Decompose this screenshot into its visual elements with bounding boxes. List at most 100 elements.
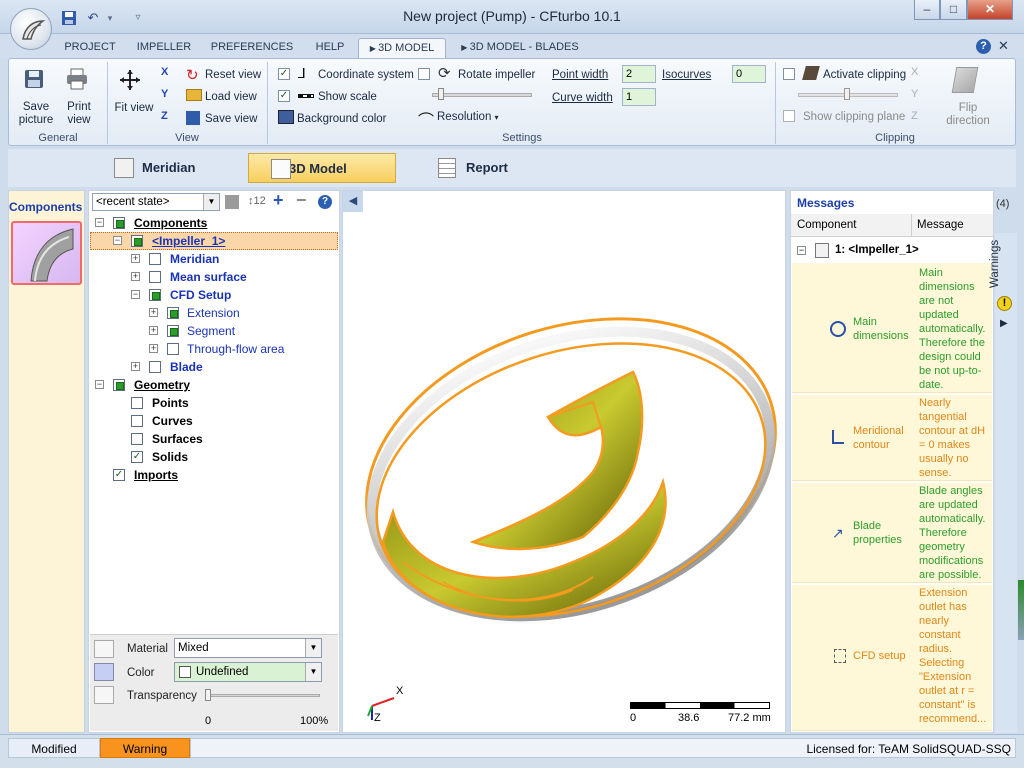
message-item[interactable]: Meridional contour Nearly tangential con… (792, 395, 992, 481)
collapse-icon[interactable]: − (95, 380, 104, 389)
transparency-slider[interactable] (206, 694, 320, 697)
tree-checkbox[interactable] (167, 307, 179, 319)
message-text: Main dimensions are not updated automati… (919, 267, 986, 391)
tree-checkbox[interactable]: ✓ (131, 451, 143, 463)
expand-icon[interactable]: + (149, 326, 158, 335)
ribbon-close-icon[interactable]: ✕ (998, 38, 1009, 54)
fit-view-button[interactable]: Fit view (112, 102, 156, 115)
col-message-header[interactable]: Message (917, 219, 964, 231)
expand-icon[interactable]: + (149, 344, 158, 353)
tree-checkbox[interactable] (149, 253, 161, 265)
counter-icon[interactable]: ↕12 (248, 195, 266, 207)
add-icon[interactable]: + (273, 190, 284, 211)
view-3d-model-button[interactable]: 3D Model (248, 153, 396, 183)
print-view-button[interactable]: Print view (62, 101, 96, 127)
show-clipping-plane-checkbox[interactable] (783, 110, 795, 122)
help-icon[interactable]: ? (318, 195, 332, 209)
tree-checkbox[interactable] (113, 217, 125, 229)
collapse-panel-icon[interactable]: ◀ (343, 191, 363, 212)
tree-checkbox[interactable]: ✓ (113, 469, 125, 481)
maximize-button[interactable]: □ (940, 0, 967, 20)
view-meridian-button[interactable]: Meridian (110, 153, 240, 183)
collapse-icon[interactable]: − (113, 236, 122, 245)
tree-checkbox[interactable] (149, 289, 161, 301)
collapse-icon[interactable]: − (797, 246, 806, 255)
clip-z-icon[interactable]: Z (911, 110, 918, 122)
status-warning[interactable]: Warning (100, 738, 190, 758)
save-picture-icon (22, 68, 46, 92)
tree-item-label: Imports (134, 468, 179, 482)
flip-direction-button[interactable]: Flip direction (942, 102, 994, 128)
cfd-setup-icon (834, 649, 846, 663)
remove-icon[interactable]: − (296, 190, 307, 211)
tree-checkbox[interactable] (167, 325, 179, 337)
collapse-icon[interactable]: − (131, 290, 140, 299)
tab-preferences[interactable]: PREFERENCES (208, 38, 296, 58)
material-dropdown[interactable]: Mixed ▼ (174, 638, 322, 658)
help-icon[interactable]: ? (976, 39, 991, 54)
save-picture-button[interactable]: Save picture (14, 101, 58, 127)
message-item[interactable]: CFD setup Extension outlet has nearly co… (792, 585, 992, 731)
tree-item-label: CFD Setup (170, 288, 232, 302)
close-button[interactable]: ✕ (967, 0, 1013, 20)
background-color-icon[interactable] (278, 110, 294, 124)
expand-icon[interactable]: + (131, 362, 140, 371)
curve-width-spinner[interactable]: 1 (622, 88, 656, 106)
tree-item-label: Through-flow area (187, 342, 285, 356)
impeller-component-thumbnail[interactable] (11, 221, 82, 285)
warnings-tab-label[interactable]: Warnings (989, 240, 1001, 288)
activate-clipping-checkbox[interactable] (783, 68, 795, 80)
expand-icon[interactable]: + (131, 272, 140, 281)
coordinate-system-checkbox[interactable]: ✓ (278, 68, 290, 80)
tab-impeller[interactable]: IMPELLER (134, 38, 194, 58)
transparency-slider-thumb[interactable] (205, 689, 211, 701)
play-icon: ▶ (461, 43, 470, 52)
messages-root[interactable]: 1: <Impeller_1> (835, 244, 919, 256)
rotate-impeller-checkbox[interactable] (418, 68, 430, 80)
point-width-spinner[interactable]: 2 (622, 65, 656, 83)
tab-project[interactable]: PROJECT (60, 38, 120, 58)
app-logo-icon[interactable] (10, 8, 52, 50)
message-item[interactable]: Main dimensions Main dimensions are not … (792, 263, 992, 393)
expand-icon[interactable]: + (149, 308, 158, 317)
tree-checkbox[interactable] (149, 271, 161, 283)
show-scale-checkbox[interactable]: ✓ (278, 90, 290, 102)
background-color-button[interactable]: Background color (297, 112, 387, 126)
tree-checkbox[interactable] (131, 415, 143, 427)
tree-checkbox[interactable] (113, 379, 125, 391)
axis-y-icon[interactable]: Y (161, 88, 168, 100)
axis-z-icon[interactable]: Z (161, 110, 168, 122)
resolution-label: Resolution (437, 111, 492, 123)
axis-x-icon[interactable]: X (161, 66, 168, 78)
tab-help[interactable]: HELP (308, 38, 352, 58)
clip-x-icon[interactable]: X (911, 66, 918, 78)
load-view-button[interactable]: Load view (205, 90, 257, 104)
recent-state-dropdown[interactable]: <recent state> ▼ (92, 193, 220, 211)
expand-icon[interactable]: + (131, 254, 140, 263)
minimize-button[interactable]: – (914, 0, 940, 20)
view-report-button[interactable]: Report (436, 153, 556, 183)
reset-view-button[interactable]: Reset view (205, 68, 261, 82)
isocurves-spinner[interactable]: 0 (732, 65, 766, 83)
tree-checkbox[interactable] (131, 235, 143, 247)
clipping-position-slider-thumb[interactable] (844, 88, 850, 100)
tree-checkbox[interactable] (167, 343, 179, 355)
expand-panel-icon[interactable]: ▶ (1000, 318, 1008, 329)
clip-y-icon[interactable]: Y (911, 88, 918, 100)
tab-3d-model-blades[interactable]: ▶ 3D MODEL - BLADES (456, 38, 584, 58)
stop-icon[interactable] (225, 195, 239, 209)
col-component-header[interactable]: Component (797, 219, 856, 231)
collapse-icon[interactable]: − (95, 218, 104, 227)
message-item[interactable]: ↗ Blade properties Blade angles are upda… (792, 483, 992, 583)
resolution-dropdown[interactable]: Resolution ▾ (437, 110, 499, 125)
impeller-3d-model[interactable] (343, 212, 785, 732)
color-dropdown[interactable]: Undefined ▼ (174, 662, 322, 682)
tree-checkbox[interactable] (131, 397, 143, 409)
save-view-button[interactable]: Save view (205, 112, 257, 126)
rotation-speed-slider[interactable] (432, 93, 532, 97)
transparency-max: 100% (300, 715, 329, 727)
rotation-speed-slider-thumb[interactable] (438, 88, 444, 100)
tab-3d-model[interactable]: ▶ 3D MODEL (358, 38, 446, 58)
tree-checkbox[interactable] (149, 361, 161, 373)
tree-checkbox[interactable] (131, 433, 143, 445)
